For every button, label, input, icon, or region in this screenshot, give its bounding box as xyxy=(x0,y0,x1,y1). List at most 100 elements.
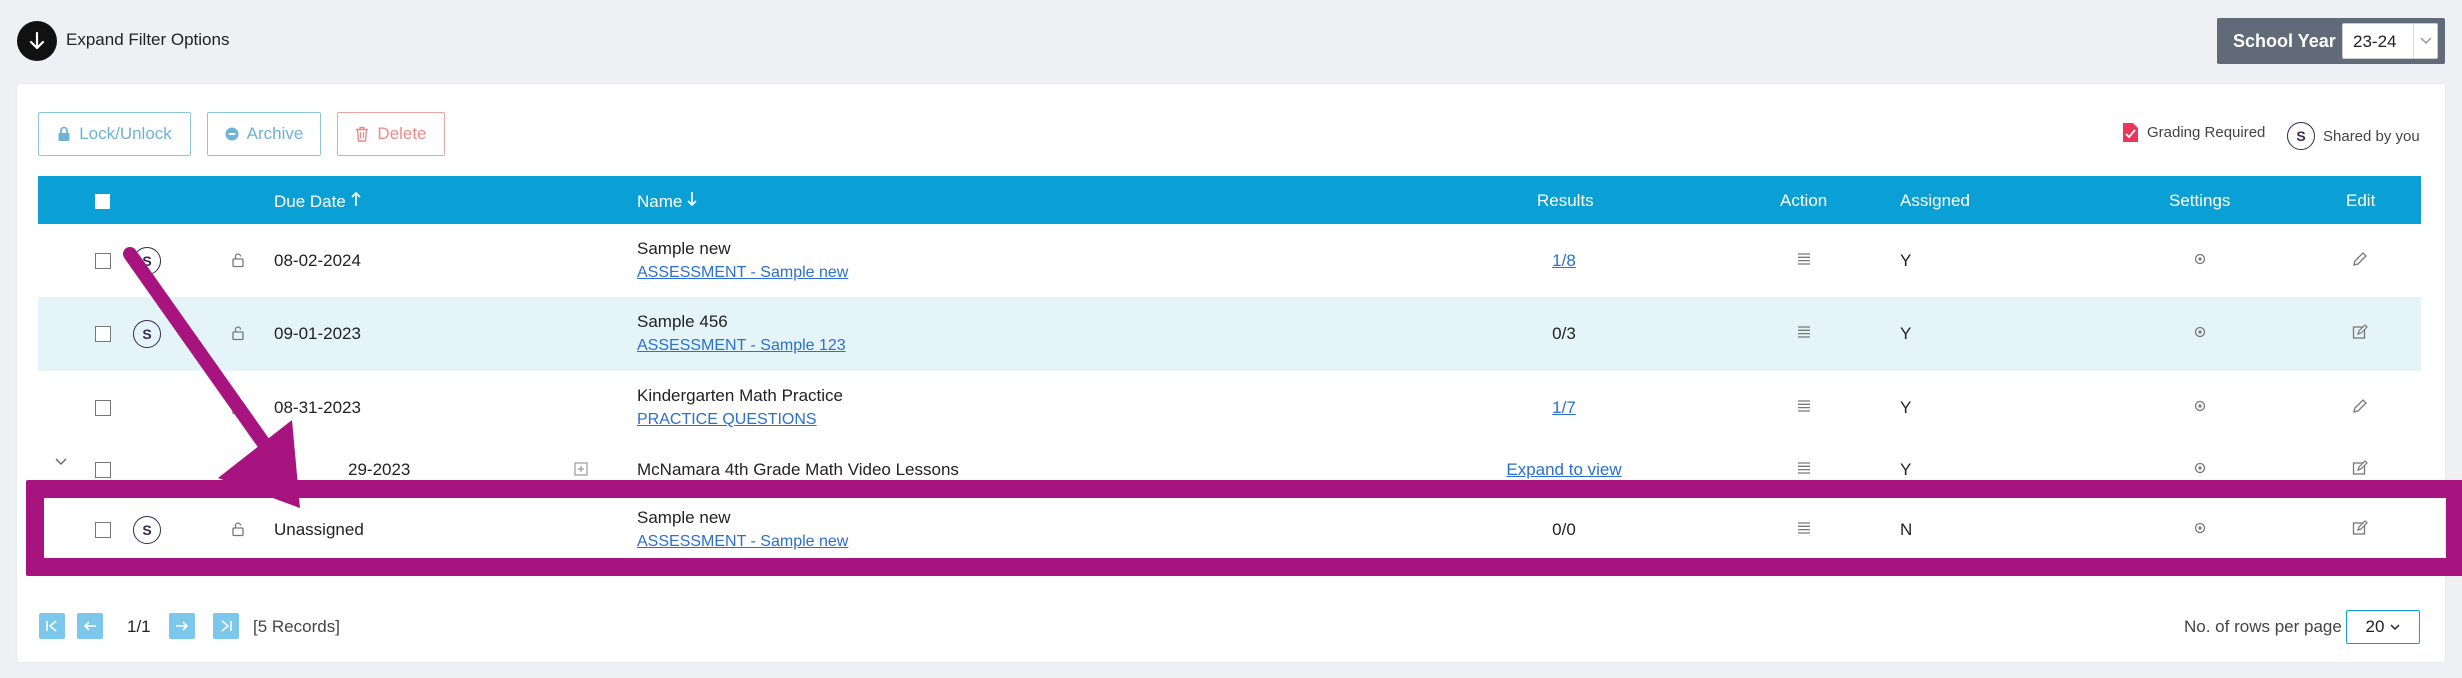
lock-unlock-label: Lock/Unlock xyxy=(79,124,172,143)
item-name: Sample new xyxy=(637,508,731,527)
delete-label: Delete xyxy=(377,124,427,143)
due-date: 09-01-2023 xyxy=(274,324,361,343)
archive-label: Archive xyxy=(246,124,304,143)
sort-down-icon xyxy=(687,192,697,207)
item-name: McNamara 4th Grade Math Video Lessons xyxy=(637,460,959,479)
legend-grading-required: Grading Required xyxy=(2122,122,2265,143)
name-header-label: Name xyxy=(637,192,683,211)
rows-per-page-select[interactable]: 20 xyxy=(2346,610,2420,644)
arrow-down-icon xyxy=(29,31,45,50)
unlock-icon[interactable] xyxy=(231,325,245,341)
row-checkbox[interactable] xyxy=(95,253,111,269)
due-date: 29-2023 xyxy=(348,460,411,479)
expand-filter-label[interactable]: Expand Filter Options xyxy=(66,30,229,50)
due-date: 08-31-2023 xyxy=(274,398,361,417)
shared-icon: S xyxy=(133,247,161,275)
next-page-button[interactable] xyxy=(169,613,195,639)
item-type-link[interactable]: ASSESSMENT - Sample new xyxy=(637,533,848,551)
list-icon[interactable] xyxy=(1797,325,1811,339)
col-results: Results xyxy=(1537,191,1594,210)
expand-to-view-link[interactable]: Expand to view xyxy=(1506,460,1621,480)
row-checkbox[interactable] xyxy=(95,326,111,342)
assigned-value: Y xyxy=(1900,398,1912,417)
chevron-down-icon xyxy=(2390,623,2400,630)
table-row[interactable]: 08-31-2023 Kindergarten Math Practice PR… xyxy=(38,371,2421,445)
gear-icon[interactable] xyxy=(2193,461,2207,475)
rows-per-page-label: No. of rows per page xyxy=(2184,617,2342,636)
arrow-right-icon xyxy=(176,621,189,631)
expand-filter-button[interactable] xyxy=(17,21,57,61)
col-due-date[interactable]: Due Date xyxy=(274,191,361,212)
unlock-icon[interactable] xyxy=(231,521,245,537)
table-row[interactable]: S 09-01-2023 Sample 456 ASSESSMENT - Sam… xyxy=(38,297,2421,371)
unlock-icon[interactable] xyxy=(231,252,245,268)
table-row[interactable]: S Unassigned Sample new ASSESSMENT - Sam… xyxy=(38,498,2421,558)
edit-box-icon[interactable] xyxy=(2352,520,2368,536)
shared-icon: S xyxy=(133,320,161,348)
lock-icon xyxy=(58,126,70,141)
arrow-left-icon xyxy=(83,621,96,631)
last-page-button[interactable] xyxy=(213,613,239,639)
gear-icon[interactable] xyxy=(2193,521,2207,535)
unlock-icon[interactable] xyxy=(231,399,245,415)
col-action: Action xyxy=(1780,191,1828,210)
grading-required-label: Grading Required xyxy=(2147,124,2266,141)
trash-icon xyxy=(356,126,369,142)
list-icon[interactable] xyxy=(1797,252,1811,266)
first-page-button[interactable] xyxy=(39,613,65,639)
due-date-header-label: Due Date xyxy=(274,192,346,211)
pencil-icon[interactable] xyxy=(2352,251,2368,267)
school-year-label: School Year xyxy=(2233,31,2336,51)
item-type-link[interactable]: ASSESSMENT - Sample new xyxy=(637,264,848,282)
row-checkbox[interactable] xyxy=(95,400,111,416)
due-date: 08-02-2024 xyxy=(274,251,361,270)
gear-icon[interactable] xyxy=(2193,325,2207,339)
prev-page-button[interactable] xyxy=(77,613,103,639)
sort-up-icon xyxy=(350,191,361,206)
shared-badge-icon: S xyxy=(2287,122,2315,150)
school-year-value: 23-24 xyxy=(2353,32,2397,51)
item-name: Kindergarten Math Practice xyxy=(637,386,843,405)
list-icon[interactable] xyxy=(1797,521,1811,535)
pencil-icon[interactable] xyxy=(2352,398,2368,414)
first-page-icon xyxy=(46,620,57,632)
shared-icon: S xyxy=(133,516,161,544)
archive-icon xyxy=(225,127,239,141)
delete-button[interactable]: Delete xyxy=(337,112,445,156)
item-name: Sample new xyxy=(637,239,731,258)
item-type-link[interactable]: PRACTICE QUESTIONS xyxy=(637,411,817,429)
lock-unlock-button[interactable]: Lock/Unlock xyxy=(38,112,191,156)
school-year-select[interactable]: 23-24 xyxy=(2342,23,2438,59)
grading-required-icon xyxy=(2123,123,2138,142)
edit-box-icon[interactable] xyxy=(2352,460,2368,476)
select-all-checkbox[interactable] xyxy=(95,194,110,209)
chevron-down-icon xyxy=(2413,24,2437,58)
table-header: Due Date Name Results Action Assigned Se… xyxy=(38,176,2421,224)
results-link[interactable]: 1/8 xyxy=(1552,251,1576,271)
results-link[interactable]: 1/7 xyxy=(1552,398,1576,418)
page-indicator: 1/1 xyxy=(127,617,151,636)
results-value: 0/0 xyxy=(1552,520,1576,539)
assigned-value: Y xyxy=(1900,460,1912,479)
table-row[interactable]: 29-2023 McNamara 4th Grade Math Video Le… xyxy=(38,445,2421,480)
rows-per-page-value: 20 xyxy=(2365,617,2385,636)
gear-icon[interactable] xyxy=(2193,252,2207,266)
record-count: [5 Records] xyxy=(253,617,340,636)
folder-icon xyxy=(574,462,588,476)
col-settings: Settings xyxy=(2169,191,2231,210)
col-edit: Edit xyxy=(2346,191,2376,210)
chevron-down-icon[interactable] xyxy=(55,458,67,466)
table-row[interactable]: S 08-02-2024 Sample new ASSESSMENT - Sam… xyxy=(38,224,2421,297)
edit-box-icon[interactable] xyxy=(2352,324,2368,340)
col-assigned: Assigned xyxy=(1900,191,1970,210)
row-checkbox[interactable] xyxy=(95,522,111,538)
school-year-panel: School Year 23-24 xyxy=(2217,18,2445,64)
row-checkbox[interactable] xyxy=(95,462,111,478)
item-type-link[interactable]: ASSESSMENT - Sample 123 xyxy=(637,337,846,355)
list-icon[interactable] xyxy=(1797,461,1811,475)
item-name: Sample 456 xyxy=(637,312,728,331)
list-icon[interactable] xyxy=(1797,399,1811,413)
gear-icon[interactable] xyxy=(2193,399,2207,413)
col-name[interactable]: Name xyxy=(637,191,697,212)
archive-button[interactable]: Archive xyxy=(207,112,321,156)
